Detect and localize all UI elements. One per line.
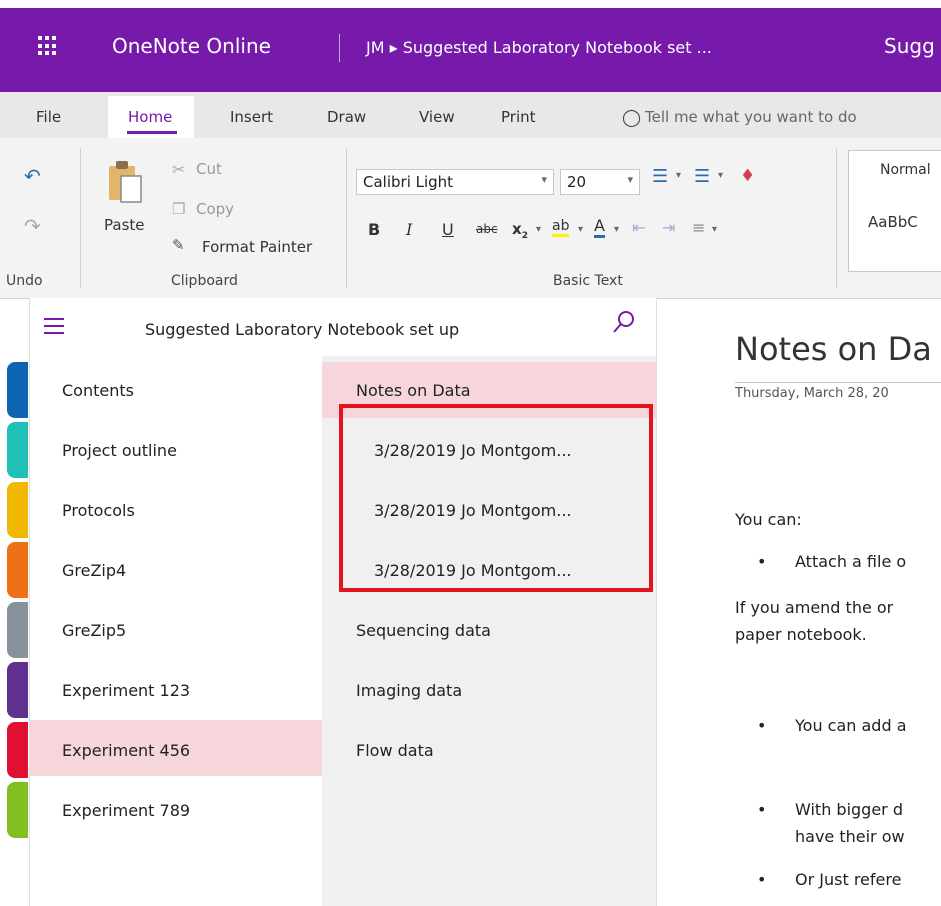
- undo-icon[interactable]: ↶: [24, 164, 41, 188]
- chevron-down-icon[interactable]: ▾: [718, 170, 723, 181]
- copy-button[interactable]: Copy: [196, 200, 234, 218]
- cut-button[interactable]: Cut: [196, 160, 222, 178]
- content-text[interactable]: You can:: [735, 510, 802, 529]
- group-divider: [80, 148, 81, 288]
- document-title[interactable]: Sugg: [884, 34, 935, 58]
- strikethrough-icon[interactable]: abc: [476, 222, 498, 236]
- chevron-down-icon[interactable]: ▾: [676, 170, 681, 181]
- tab-file[interactable]: File: [36, 108, 61, 126]
- section-item[interactable]: Protocols: [62, 501, 135, 520]
- section-item[interactable]: GreZip5: [62, 621, 126, 640]
- basic-text-group-label: Basic Text: [553, 273, 623, 289]
- font-size-value: 20: [567, 173, 587, 191]
- section-item[interactable]: Experiment 456: [62, 741, 190, 760]
- tab-insert[interactable]: Insert: [230, 108, 273, 126]
- clipboard-group-label: Clipboard: [171, 273, 238, 289]
- tab-draw[interactable]: Draw: [327, 108, 366, 126]
- header-divider: [339, 34, 340, 62]
- chevron-down-icon[interactable]: ▾: [578, 224, 583, 235]
- bullet: •: [757, 716, 767, 735]
- redo-icon[interactable]: ↷: [24, 214, 41, 238]
- section-item[interactable]: GreZip4: [62, 561, 126, 580]
- tell-me-search[interactable]: Tell me what you want to do: [645, 108, 857, 126]
- content-text[interactable]: Or Just refere: [795, 870, 901, 889]
- section-item[interactable]: Experiment 123: [62, 681, 190, 700]
- italic-icon[interactable]: I: [406, 220, 412, 239]
- section-color-tab[interactable]: [7, 362, 28, 418]
- notebook-title[interactable]: Suggested Laboratory Notebook set up: [145, 320, 459, 339]
- bullets-icon[interactable]: ☰: [652, 166, 668, 187]
- group-divider: [346, 148, 347, 288]
- font-size-dropdown[interactable]: 20 ▾: [560, 169, 640, 195]
- paste-button[interactable]: Paste: [104, 216, 145, 234]
- page-title[interactable]: Notes on Da: [735, 330, 932, 368]
- section-color-tab[interactable]: [7, 482, 28, 538]
- section-item[interactable]: Contents: [62, 381, 134, 400]
- tab-view[interactable]: View: [419, 108, 455, 126]
- section-color-tab[interactable]: [7, 602, 28, 658]
- page-item[interactable]: Flow data: [356, 741, 434, 760]
- chevron-down-icon: ▾: [627, 173, 633, 186]
- pane-divider: [656, 298, 657, 906]
- section-color-tab[interactable]: [7, 782, 28, 838]
- title-underline: [735, 382, 941, 383]
- tab-print[interactable]: Print: [501, 108, 536, 126]
- section-item[interactable]: Experiment 789: [62, 801, 190, 820]
- underline-icon[interactable]: U: [442, 220, 454, 239]
- content-text[interactable]: Attach a file o: [795, 552, 906, 571]
- content-text[interactable]: With bigger d: [795, 800, 903, 819]
- lightbulb-icon: ◯: [622, 108, 642, 128]
- section-item[interactable]: Project outline: [62, 441, 177, 460]
- page-item[interactable]: Sequencing data: [356, 621, 491, 640]
- font-name-value: Calibri Light: [363, 173, 454, 191]
- app-name[interactable]: OneNote Online: [112, 34, 271, 58]
- active-tab-indicator: [127, 131, 177, 134]
- group-divider: [836, 148, 837, 288]
- bullet: •: [757, 800, 767, 819]
- style-normal[interactable]: Normal: [880, 162, 931, 178]
- hamburger-menu-icon[interactable]: [44, 318, 64, 339]
- bold-icon[interactable]: B: [368, 220, 380, 239]
- highlight-icon[interactable]: ab: [552, 218, 570, 237]
- chevron-down-icon[interactable]: ▾: [536, 224, 541, 235]
- outdent-icon[interactable]: ⇤: [632, 218, 645, 237]
- numbering-icon[interactable]: ☰: [694, 166, 710, 187]
- content-text[interactable]: You can add a: [795, 716, 907, 735]
- font-color-icon[interactable]: A: [594, 216, 605, 238]
- indent-icon[interactable]: ⇥: [662, 218, 675, 237]
- search-icon[interactable]: [612, 310, 636, 342]
- page-date: Thursday, March 28, 20: [735, 386, 889, 401]
- subscript-icon[interactable]: x2: [512, 220, 528, 241]
- content-text[interactable]: paper notebook.: [735, 625, 867, 644]
- section-color-tab[interactable]: [7, 662, 28, 718]
- align-icon[interactable]: ≡: [692, 218, 705, 237]
- breadcrumb[interactable]: JM ▸ Suggested Laboratory Notebook set .…: [366, 38, 712, 57]
- copy-icon: ❐: [172, 200, 186, 218]
- format-painter-button[interactable]: Format Painter: [202, 238, 312, 256]
- tab-home[interactable]: Home: [128, 108, 172, 126]
- content-text[interactable]: If you amend the or: [735, 598, 893, 617]
- highlight-box: [339, 404, 653, 592]
- font-name-dropdown[interactable]: Calibri Light ▾: [356, 169, 554, 195]
- undo-group-label: Undo: [6, 273, 43, 289]
- content-text[interactable]: have their ow: [795, 827, 905, 846]
- chevron-down-icon[interactable]: ▾: [712, 224, 717, 235]
- section-color-tab[interactable]: [7, 422, 28, 478]
- clear-formatting-icon[interactable]: ♦: [740, 166, 755, 186]
- bullet: •: [757, 552, 767, 571]
- page-item[interactable]: Notes on Data: [356, 381, 471, 400]
- chevron-down-icon[interactable]: ▾: [614, 224, 619, 235]
- section-color-tab[interactable]: [7, 542, 28, 598]
- style-sample: AaBbC: [868, 213, 918, 231]
- chevron-down-icon: ▾: [541, 173, 547, 186]
- scissors-icon: ✂: [172, 160, 186, 179]
- paintbrush-icon: ✎: [172, 236, 185, 254]
- page-item[interactable]: Imaging data: [356, 681, 462, 700]
- clipboard-icon[interactable]: [107, 158, 145, 206]
- section-color-tab[interactable]: [7, 722, 28, 778]
- bullet: •: [757, 870, 767, 889]
- app-launcher-icon[interactable]: [38, 36, 58, 56]
